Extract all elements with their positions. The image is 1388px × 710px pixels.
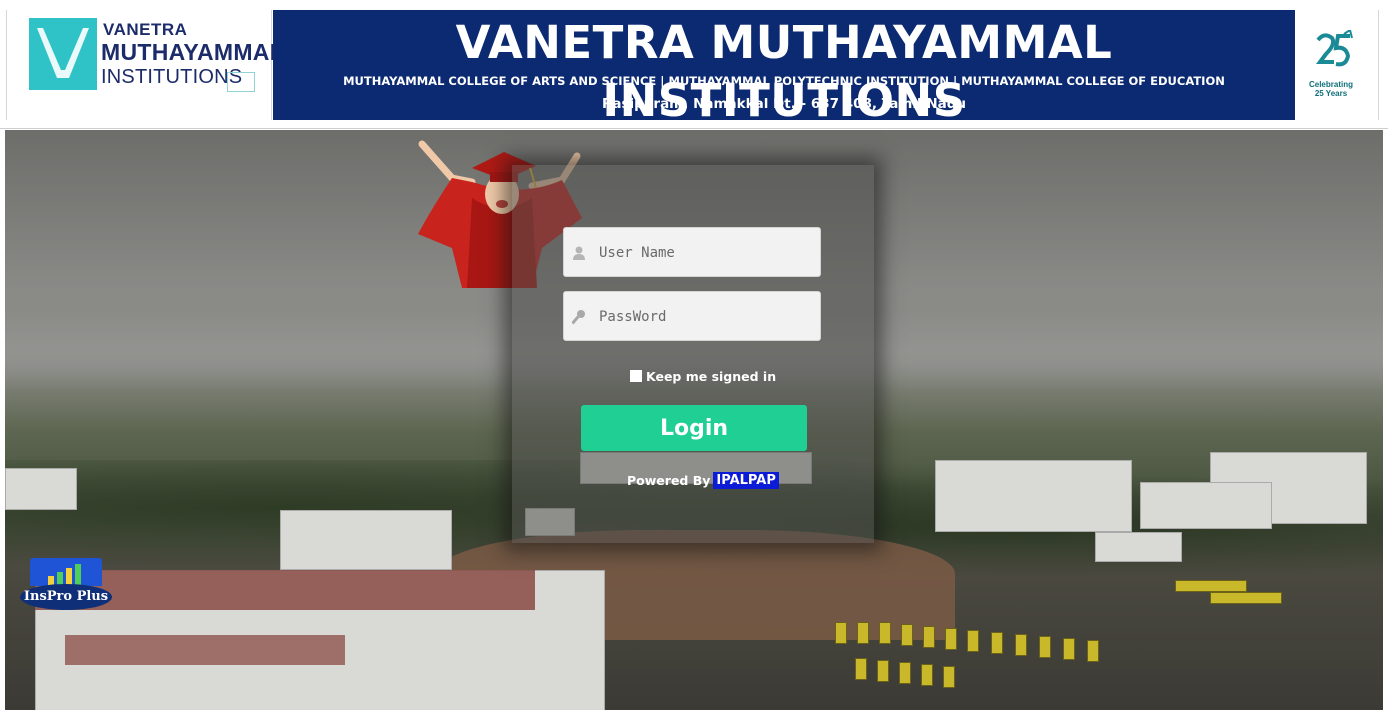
bus	[923, 626, 935, 648]
password-input[interactable]	[597, 302, 816, 332]
username-input[interactable]	[597, 238, 816, 268]
anniversary-badge: Celebrating 25 Years	[1300, 10, 1379, 120]
logo-text-muthayammal: MUTHAYAMMAL	[101, 39, 285, 65]
powered-by-label: Powered By	[627, 472, 711, 488]
bus	[835, 622, 847, 644]
banner-title: VANETRA MUTHAYAMMAL INSTITUTIONS	[455, 16, 1113, 127]
badge-line1: Celebrating	[1308, 80, 1353, 89]
powered-by: Powered By IPALPAP	[627, 470, 779, 490]
campus-building	[935, 460, 1132, 532]
campus-building	[5, 468, 77, 510]
site-header: VANETRA MUTHAYAMMAL INSTITUTIONS VANETRA…	[0, 0, 1388, 129]
bus	[921, 664, 933, 686]
logo-text-vanetra: VANETRA	[103, 20, 188, 39]
banner-address: Rasipuram, Namakkal Dt. - 637 408, Tamil…	[601, 96, 967, 112]
keep-signed-in-checkbox[interactable]	[630, 370, 642, 382]
username-field[interactable]	[563, 227, 821, 277]
logo-text-institutions: INSTITUTIONS	[101, 66, 243, 88]
institution-banner: VANETRA MUTHAYAMMAL INSTITUTIONS MUTHAYA…	[273, 10, 1295, 127]
inspro-plus-label: InsPro Plus	[20, 584, 112, 610]
key-icon	[572, 310, 585, 325]
bus	[901, 624, 913, 646]
banner-subtitle: MUTHAYAMMAL COLLEGE OF ARTS AND SCIENCE …	[343, 74, 1225, 88]
badge-text: Celebrating 25 Years	[1306, 80, 1356, 98]
logo-since-box	[227, 72, 255, 92]
twenty-five-emblem-icon	[1316, 30, 1353, 67]
bus	[1039, 636, 1051, 658]
password-field[interactable]	[563, 291, 821, 341]
bus	[943, 666, 955, 688]
building-roof	[65, 635, 345, 665]
user-icon	[573, 246, 585, 260]
inspro-plus-logo[interactable]: InsPro Plus	[18, 556, 114, 612]
campus-building	[1095, 532, 1182, 562]
bus	[879, 622, 891, 644]
badge-line2: 25 Years	[1314, 89, 1348, 98]
vm-logo-icon	[29, 18, 97, 90]
bar-chart-icon	[48, 564, 81, 586]
campus-building	[280, 510, 452, 570]
keep-signed-in-option[interactable]: Keep me signed in	[630, 367, 776, 385]
ipalpap-brand-link[interactable]: IPALPAP	[713, 471, 779, 489]
bus	[1015, 634, 1027, 656]
bus	[855, 658, 867, 680]
bus	[1210, 592, 1282, 604]
bus	[945, 628, 957, 650]
bus	[877, 660, 889, 682]
inspro-monitor-icon	[30, 558, 102, 586]
bus	[991, 632, 1003, 654]
keep-signed-in-label: Keep me signed in	[646, 368, 777, 384]
login-panel: Keep me signed in Login Powered By IPALP…	[512, 165, 874, 543]
bus	[857, 622, 869, 644]
campus-building	[1140, 482, 1272, 529]
bus	[1063, 638, 1075, 660]
bus	[1175, 580, 1247, 592]
bus	[967, 630, 979, 652]
institution-logo: VANETRA MUTHAYAMMAL INSTITUTIONS	[6, 10, 284, 120]
login-button[interactable]: Login	[581, 405, 807, 451]
bus	[899, 662, 911, 684]
bus	[1087, 640, 1099, 662]
